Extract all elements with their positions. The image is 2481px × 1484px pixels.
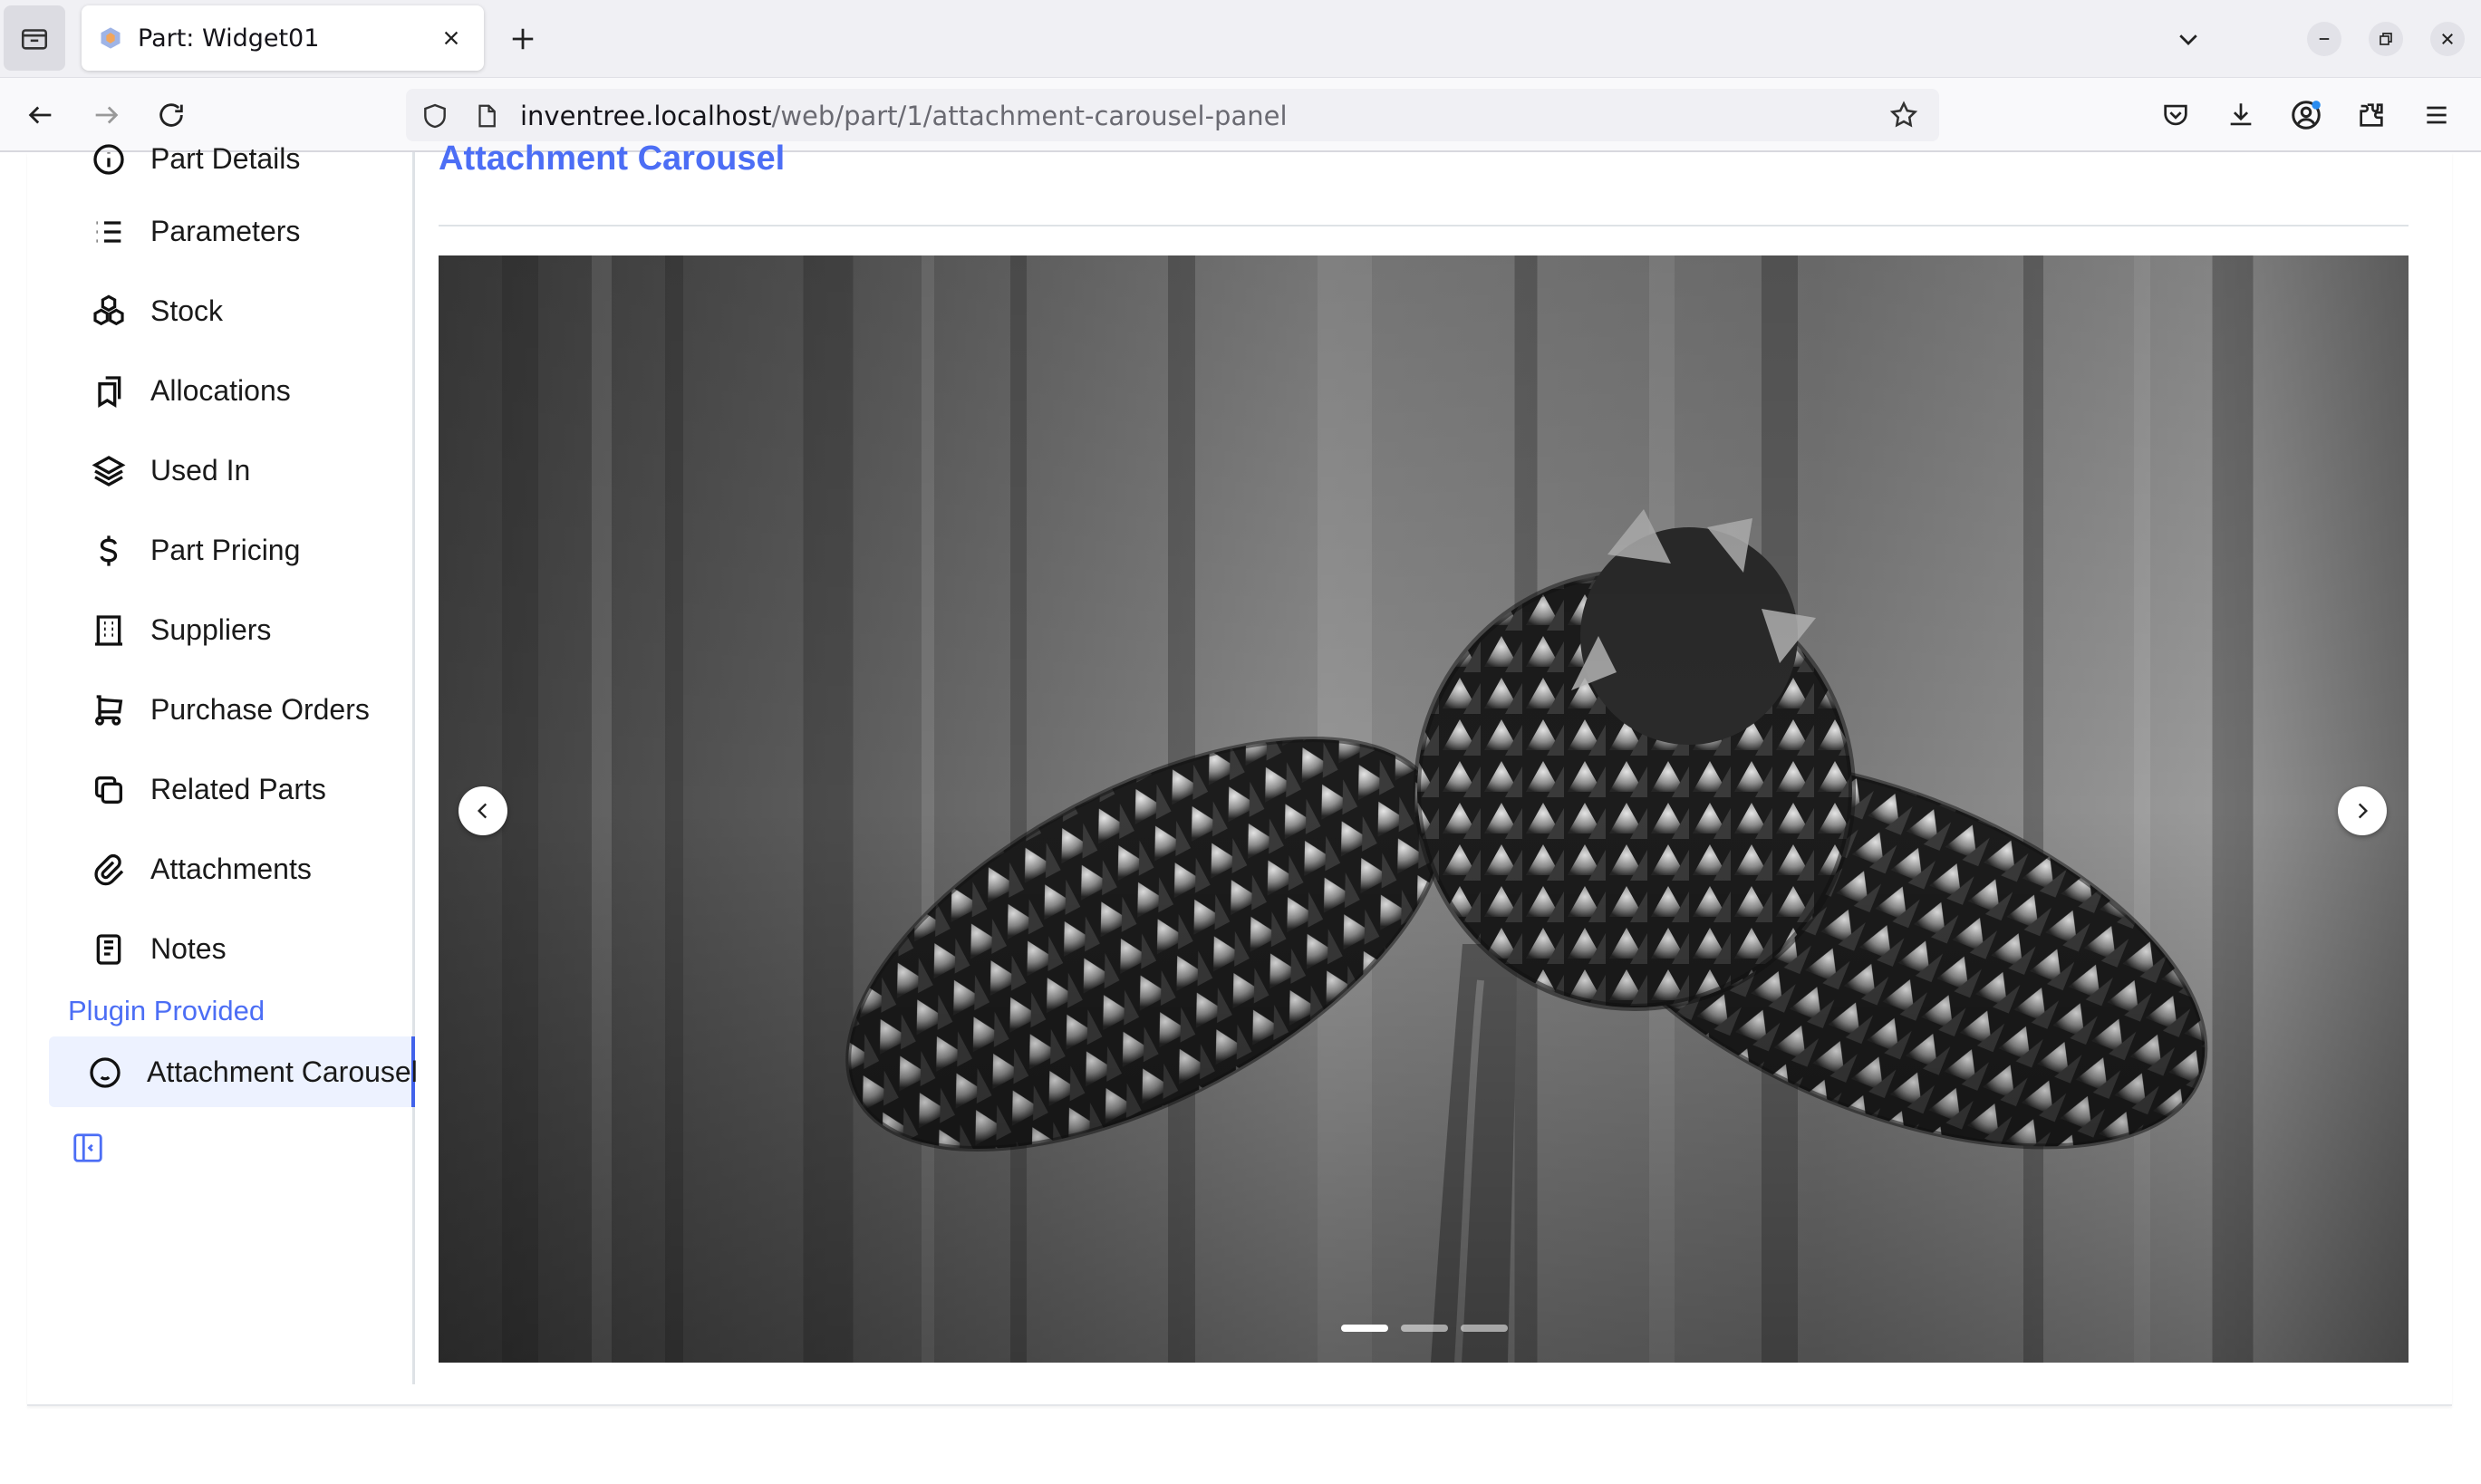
- folder-tabs-icon: [21, 29, 48, 50]
- info-circle-icon: [93, 144, 124, 175]
- new-tab-icon[interactable]: [504, 20, 542, 58]
- sidebar-item-attachments[interactable]: Attachments: [49, 834, 415, 904]
- sidebar-item-label: Notes: [150, 931, 227, 965]
- bookmarks-icon: [98, 376, 121, 408]
- copy-icon: [95, 776, 122, 804]
- url-path: /web/part/1/attachment-carousel-panel: [771, 101, 1288, 131]
- packages-icon: [93, 294, 124, 326]
- notes-icon: [96, 934, 121, 965]
- browser-tab[interactable]: Part: Widget01: [82, 5, 484, 71]
- paperclip-icon: [94, 853, 124, 886]
- carousel-indicators: [1341, 1325, 1508, 1332]
- tab-title: Part: Widget01: [138, 24, 320, 53]
- restore-icon[interactable]: [2369, 22, 2403, 56]
- inventree-favicon-icon: [101, 27, 121, 49]
- chevron-left-icon: [477, 803, 488, 819]
- building-icon: [95, 615, 122, 646]
- sidebar-item-suppliers[interactable]: Suppliers: [49, 594, 415, 665]
- url-text[interactable]: inventree.localhost/web/part/1/attachmen…: [520, 101, 1288, 131]
- sidebar-item-label: Attachment Carousel: [147, 1055, 418, 1088]
- url-host: inventree.localhost: [520, 101, 772, 131]
- tab-list-button[interactable]: [4, 5, 65, 71]
- downloads-icon[interactable]: [2220, 94, 2262, 136]
- sidebar-item-label: Suppliers: [150, 612, 272, 646]
- carousel-image-pinecones: [439, 255, 2409, 1363]
- sidebar-item-label: Related Parts: [150, 772, 326, 805]
- sidebar-item-label: Used In: [150, 453, 251, 487]
- sidebar-item-stock[interactable]: Stock: [49, 275, 415, 346]
- sidebar-item-label: Part Pricing: [150, 533, 301, 566]
- sidebar-item-notes[interactable]: Notes: [49, 913, 415, 984]
- menu-icon[interactable]: [2416, 94, 2457, 136]
- minimize-icon[interactable]: [2307, 22, 2341, 56]
- sidebar-item-used-in[interactable]: Used In: [49, 435, 415, 506]
- extensions-icon[interactable]: [2351, 94, 2392, 136]
- list-icon: [96, 221, 121, 243]
- carousel-indicator[interactable]: [1401, 1325, 1448, 1332]
- attachment-carousel[interactable]: [439, 255, 2409, 1363]
- sidebar-item-label: Allocations: [150, 373, 291, 407]
- carousel-indicator[interactable]: [1341, 1325, 1388, 1332]
- shopping-cart-icon: [95, 695, 123, 726]
- sidebar-collapse-icon[interactable]: [71, 1131, 105, 1165]
- chevron-down-icon[interactable]: [2169, 20, 2207, 58]
- close-tab-icon[interactable]: [435, 22, 468, 54]
- sidebar-item-related-parts[interactable]: Related Parts: [49, 754, 415, 824]
- sidebar-item-label: Attachments: [150, 852, 312, 885]
- mood-smile-icon: [90, 1057, 121, 1088]
- sidebar-item-parameters[interactable]: Parameters: [49, 196, 415, 266]
- sidebar-item-label: Parameters: [150, 214, 301, 247]
- chevron-right-icon: [2358, 803, 2369, 819]
- sidebar-item-allocations[interactable]: Allocations: [49, 355, 415, 426]
- sidebar-item-purchase-orders[interactable]: Purchase Orders: [49, 674, 415, 745]
- shield-icon[interactable]: [420, 101, 449, 130]
- close-window-icon[interactable]: [2430, 22, 2465, 56]
- stack-icon: [92, 456, 126, 487]
- carousel-next-button[interactable]: [2338, 786, 2387, 835]
- panel-title: Attachment Carousel: [439, 140, 786, 178]
- bookmark-star-icon[interactable]: [1888, 100, 1919, 130]
- carousel-prev-button[interactable]: [459, 786, 507, 835]
- browser-tab-bar: Part: Widget01: [0, 0, 2481, 78]
- sidebar-item-part-pricing[interactable]: Part Pricing: [49, 515, 415, 585]
- sidebar-group-plugin-provided: Plugin Provided: [68, 995, 265, 1026]
- title-divider: [439, 225, 2409, 226]
- page-icon[interactable]: [473, 101, 500, 130]
- sidebar-item-part-details[interactable]: Part Details: [49, 123, 415, 194]
- panel-sidebar: Part Details Parameters Stock Allocation…: [27, 142, 418, 1384]
- account-icon[interactable]: [2285, 94, 2327, 136]
- pocket-icon[interactable]: [2155, 94, 2196, 136]
- url-bar[interactable]: inventree.localhost/web/part/1/attachmen…: [406, 89, 1939, 141]
- sidebar-item-label: Purchase Orders: [150, 692, 370, 726]
- sidebar-item-attachment-carousel[interactable]: Attachment Carousel: [49, 1036, 418, 1107]
- sidebar-item-label: Stock: [150, 294, 224, 327]
- dollar-icon: [100, 535, 118, 566]
- sidebar-item-label: Part Details: [150, 141, 301, 175]
- carousel-indicator[interactable]: [1461, 1325, 1508, 1332]
